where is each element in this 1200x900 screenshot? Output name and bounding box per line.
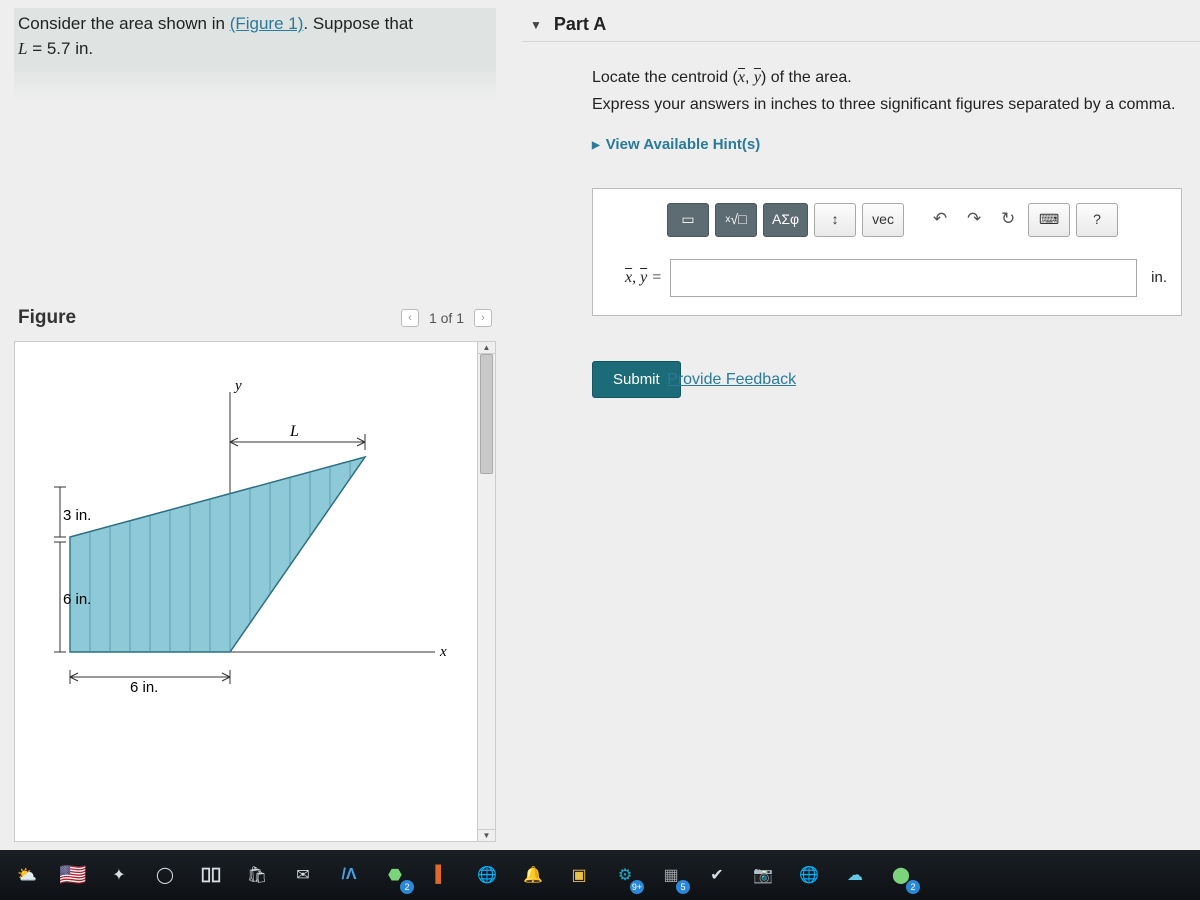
taskbar-mail-icon[interactable]: ✉ (288, 860, 318, 890)
figure-scrollbar[interactable]: ▲ ▼ (477, 342, 495, 841)
reset-button[interactable]: ↻ (994, 203, 1022, 237)
taskbar-steam-icon[interactable]: ✔ (702, 860, 732, 890)
help-button[interactable]: ? (1076, 203, 1118, 237)
taskbar-app4-icon[interactable]: ▦ (656, 860, 686, 890)
taskbar-store-icon[interactable]: 🛍 (242, 860, 272, 890)
taskbar-cortana-icon[interactable]: ◯ (150, 860, 180, 890)
updown-button[interactable]: ↕ (814, 203, 856, 237)
part-header[interactable]: ▼ Part A (522, 8, 1200, 42)
taskbar-edge-icon[interactable]: /Λ (334, 860, 364, 890)
scroll-up-icon[interactable]: ▲ (478, 342, 495, 354)
axis-x-label: x (439, 644, 447, 660)
redo-button[interactable]: ↷ (960, 203, 988, 237)
part-label: Part A (554, 14, 606, 35)
problem-suffix: . Suppose that (303, 14, 413, 33)
figure-next-button[interactable]: › (474, 309, 492, 327)
hints-caret-icon: ▶ (592, 137, 600, 154)
taskbar-app5-icon[interactable]: 🌐 (794, 860, 824, 890)
scroll-down-icon[interactable]: ▼ (478, 829, 495, 841)
problem-param: L = 5.7 in. (18, 39, 93, 58)
equation-toolbar: ▭ x√□ ΑΣφ ↕ vec ↶ ↷ ↻ ⌨ ? (667, 203, 1167, 237)
figure-pager-text: 1 of 1 (429, 310, 464, 326)
taskbar-camera-icon[interactable]: 📷 (748, 860, 778, 890)
figure-link[interactable]: (Figure 1) (230, 14, 304, 33)
answer-lhs: x, y = (607, 264, 662, 291)
figure-pager: ‹ 1 of 1 › (401, 309, 492, 327)
figure-svg: y x (15, 342, 496, 702)
figure-title: Figure (18, 307, 76, 329)
taskbar-chrome-icon[interactable]: 🌐 (472, 860, 502, 890)
taskbar-flag-icon[interactable]: 🇺🇸 (58, 860, 88, 890)
undo-button[interactable]: ↶ (926, 203, 954, 237)
dim-6in-horiz-label: 6 in. (130, 679, 158, 696)
taskbar-app3-icon[interactable]: ⚙ (610, 860, 640, 890)
taskbar-app2-icon[interactable]: ▣ (564, 860, 594, 890)
figure-prev-button[interactable]: ‹ (401, 309, 419, 327)
taskbar-star-icon[interactable]: ✦ (104, 860, 134, 890)
vec-button[interactable]: vec (862, 203, 904, 237)
taskbar-app7-icon[interactable]: ⬤ (886, 860, 916, 890)
taskbar-taskview-icon[interactable] (196, 860, 226, 890)
dim-3in-label: 3 in. (63, 507, 91, 524)
taskbar-app1-icon[interactable]: ⬣ (380, 860, 410, 890)
problem-statement: Consider the area shown in (Figure 1). S… (14, 8, 496, 101)
scroll-thumb[interactable] (480, 354, 493, 474)
templates-button[interactable]: ▭ (667, 203, 709, 237)
dim-L-label: L (289, 423, 299, 440)
sqrt-button[interactable]: x√□ (715, 203, 757, 237)
axis-y-label: y (233, 378, 242, 394)
answer-box: ▭ x√□ ΑΣφ ↕ vec ↶ ↷ ↻ ⌨ ? x, y = (592, 188, 1182, 316)
greek-button[interactable]: ΑΣφ (763, 203, 808, 237)
figure-canvas: y x (14, 341, 496, 842)
view-hints-button[interactable]: ▶ View Available Hint(s) (592, 132, 1190, 158)
answer-input[interactable] (670, 259, 1137, 297)
keyboard-button[interactable]: ⌨ (1028, 203, 1070, 237)
taskbar-app6-icon[interactable]: ☁ (840, 860, 870, 890)
problem-prefix: Consider the area shown in (18, 14, 230, 33)
taskbar-weather-icon[interactable]: ⛅ (12, 860, 42, 890)
taskbar: ⛅ 🇺🇸 ✦ ◯ 🛍 ✉ /Λ ⬣ ▌ 🌐 🔔 ▣ ⚙ ▦ ✔ 📷 🌐 ☁ ⬤ (0, 850, 1200, 900)
taskbar-notifications-icon[interactable]: 🔔 (518, 860, 548, 890)
provide-feedback-link[interactable]: Provide Feedback (667, 366, 796, 393)
answer-unit: in. (1151, 265, 1167, 291)
dim-6in-vert-label: 6 in. (63, 591, 91, 608)
collapse-caret-icon: ▼ (530, 18, 542, 32)
taskbar-office-icon[interactable]: ▌ (426, 860, 456, 890)
instruction-line-2: Express your answers in inches to three … (592, 91, 1190, 118)
instruction-line-1: Locate the centroid (x, y) of the area. (592, 64, 1190, 91)
